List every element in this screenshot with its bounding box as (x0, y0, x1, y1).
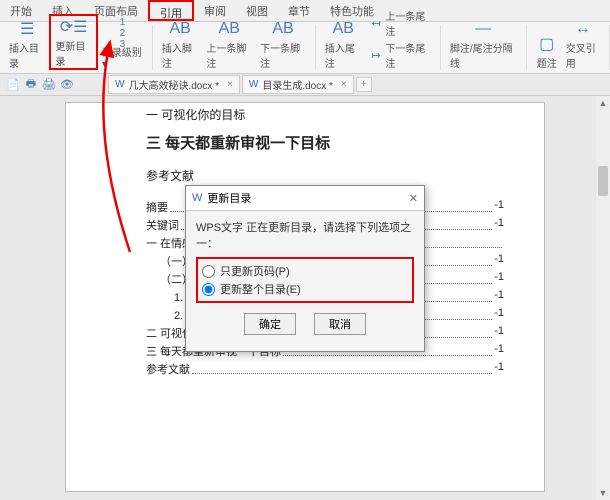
toc-text: 摘要 (146, 199, 168, 215)
option-update-all[interactable]: 更新整个目录(E) (202, 280, 408, 298)
toc-text: 关键词 (146, 217, 179, 233)
endnote-icon: AB (332, 18, 354, 40)
insert-endnote-button[interactable]: AB 插入尾注 (321, 18, 366, 70)
dialog-option-group: 只更新页码(P) 更新整个目录(E) (196, 257, 414, 303)
dialog-title: 更新目录 (207, 190, 251, 206)
qat-icon[interactable]: 👁 (60, 78, 74, 92)
toc-page: -1 (494, 199, 504, 215)
separator-button[interactable]: — 脚注/尾注分隔线 (446, 18, 521, 70)
option-label: 只更新页码(P) (220, 263, 290, 279)
crossref-button[interactable]: ↔ 交叉引用 (562, 18, 604, 70)
btn-label: 下一条脚注 (260, 40, 306, 70)
crossref-icon: ↔ (572, 18, 594, 40)
toc-page: -1 (494, 289, 504, 305)
radio-input[interactable] (202, 283, 215, 296)
toc-level-icon: 123 (111, 22, 133, 44)
word-icon: W (249, 79, 258, 90)
radio-input[interactable] (202, 265, 215, 278)
next-footnote-icon: AB (272, 18, 294, 40)
cancel-button[interactable]: 取消 (314, 313, 366, 335)
toc-level-button[interactable]: 123 目录级别▾ (98, 22, 147, 70)
btn-label: 交叉引用 (566, 40, 600, 70)
prev-footnote-icon: AB (218, 18, 240, 40)
new-tab-button[interactable]: + (356, 77, 372, 92)
btn-label: 更新目录 (55, 38, 91, 68)
option-label: 更新整个目录(E) (220, 281, 301, 297)
btn-label: 上一条尾注 (385, 8, 430, 38)
close-icon[interactable]: ✕ (409, 192, 418, 205)
separator-icon: — (472, 18, 494, 40)
footnote-icon: AB (169, 18, 191, 40)
dialog-titlebar[interactable]: W 更新目录 ✕ (186, 186, 424, 211)
btn-label: 脚注/尾注分隔线 (450, 40, 517, 70)
btn-label: 题注 (537, 55, 557, 70)
word-icon: W (115, 79, 124, 90)
update-toc-dialog: W 更新目录 ✕ WPS文字 正在更新目录，请选择下列选项之一： 只更新页码(P… (185, 185, 425, 352)
qat-icon[interactable]: 🖶 (24, 78, 38, 92)
prev-endnote-button[interactable]: ↤ 上一条尾注 (366, 8, 435, 38)
ok-button[interactable]: 确定 (244, 313, 296, 335)
close-icon[interactable]: × (227, 79, 233, 90)
btn-label: 上一条脚注 (206, 40, 252, 70)
document-tab[interactable]: W 目录生成.docx * × (242, 75, 354, 94)
toc-page: -1 (494, 253, 504, 269)
toc-line: 参考文献 -1 (146, 360, 504, 378)
insert-toc-button[interactable]: ☰ 插入目录 (5, 18, 49, 70)
doctab-label: 目录生成.docx * (262, 77, 333, 92)
next-endnote-icon: ↦ (370, 48, 383, 62)
scroll-thumb[interactable] (598, 166, 608, 196)
close-icon[interactable]: × (341, 79, 347, 90)
ribbon: ☰ 插入目录 ⟳☰ 更新目录 123 目录级别▾ AB 插入脚注 AB 上一条脚… (0, 22, 610, 74)
scroll-up-icon[interactable]: ▲ (596, 96, 610, 110)
quick-access-toolbar: 📄 🖶 🖨 👁 W 几大高效秘诀.docx * × W 目录生成.docx * … (0, 74, 610, 96)
update-toc-icon: ⟳☰ (63, 16, 85, 38)
qat-icon[interactable]: 📄 (6, 78, 20, 92)
prev-endnote-icon: ↤ (370, 16, 383, 30)
caption-icon: ▢ (536, 33, 558, 55)
toc-page: -1 (494, 343, 504, 359)
toc-page: -1 (494, 271, 504, 287)
toc-text: 参考文献 (146, 361, 190, 377)
next-endnote-button[interactable]: ↦ 下一条尾注 (366, 40, 435, 70)
document-tabs: W 几大高效秘诀.docx * × W 目录生成.docx * × + (108, 75, 372, 94)
next-footnote-button[interactable]: AB 下一条脚注 (256, 18, 310, 70)
doctab-label: 几大高效秘诀.docx * (128, 77, 219, 92)
btn-label: 插入目录 (9, 40, 45, 70)
dialog-prompt: WPS文字 正在更新目录，请选择下列选项之一： (196, 219, 414, 251)
caption-button[interactable]: ▢ 题注 (532, 33, 562, 70)
doc-heading: 三 每天都重新审视一下目标 (146, 126, 504, 161)
toc-icon: ☰ (16, 18, 38, 40)
btn-label: 插入尾注 (325, 40, 362, 70)
option-update-pages[interactable]: 只更新页码(P) (202, 262, 408, 280)
toc-page: -1 (494, 361, 504, 377)
vertical-scrollbar[interactable]: ▲ ▼ (596, 96, 610, 500)
toc-page: -1 (494, 307, 504, 323)
qat-icon[interactable]: 🖨 (42, 78, 56, 92)
wps-logo-icon: W (192, 192, 202, 204)
update-toc-button[interactable]: ⟳☰ 更新目录 (49, 14, 97, 70)
toc-page: -1 (494, 325, 504, 341)
scroll-down-icon[interactable]: ▼ (596, 486, 610, 500)
insert-footnote-button[interactable]: AB 插入脚注 (158, 18, 203, 70)
btn-label: 插入脚注 (162, 40, 199, 70)
btn-label: 下一条尾注 (385, 40, 430, 70)
prev-footnote-button[interactable]: AB 上一条脚注 (202, 18, 256, 70)
doc-line: 一 可视化你的目标 (146, 103, 504, 126)
btn-label: 目录级别▾ (102, 44, 143, 70)
document-tab[interactable]: W 几大高效秘诀.docx * × (108, 75, 240, 94)
toc-page: -1 (494, 217, 504, 233)
